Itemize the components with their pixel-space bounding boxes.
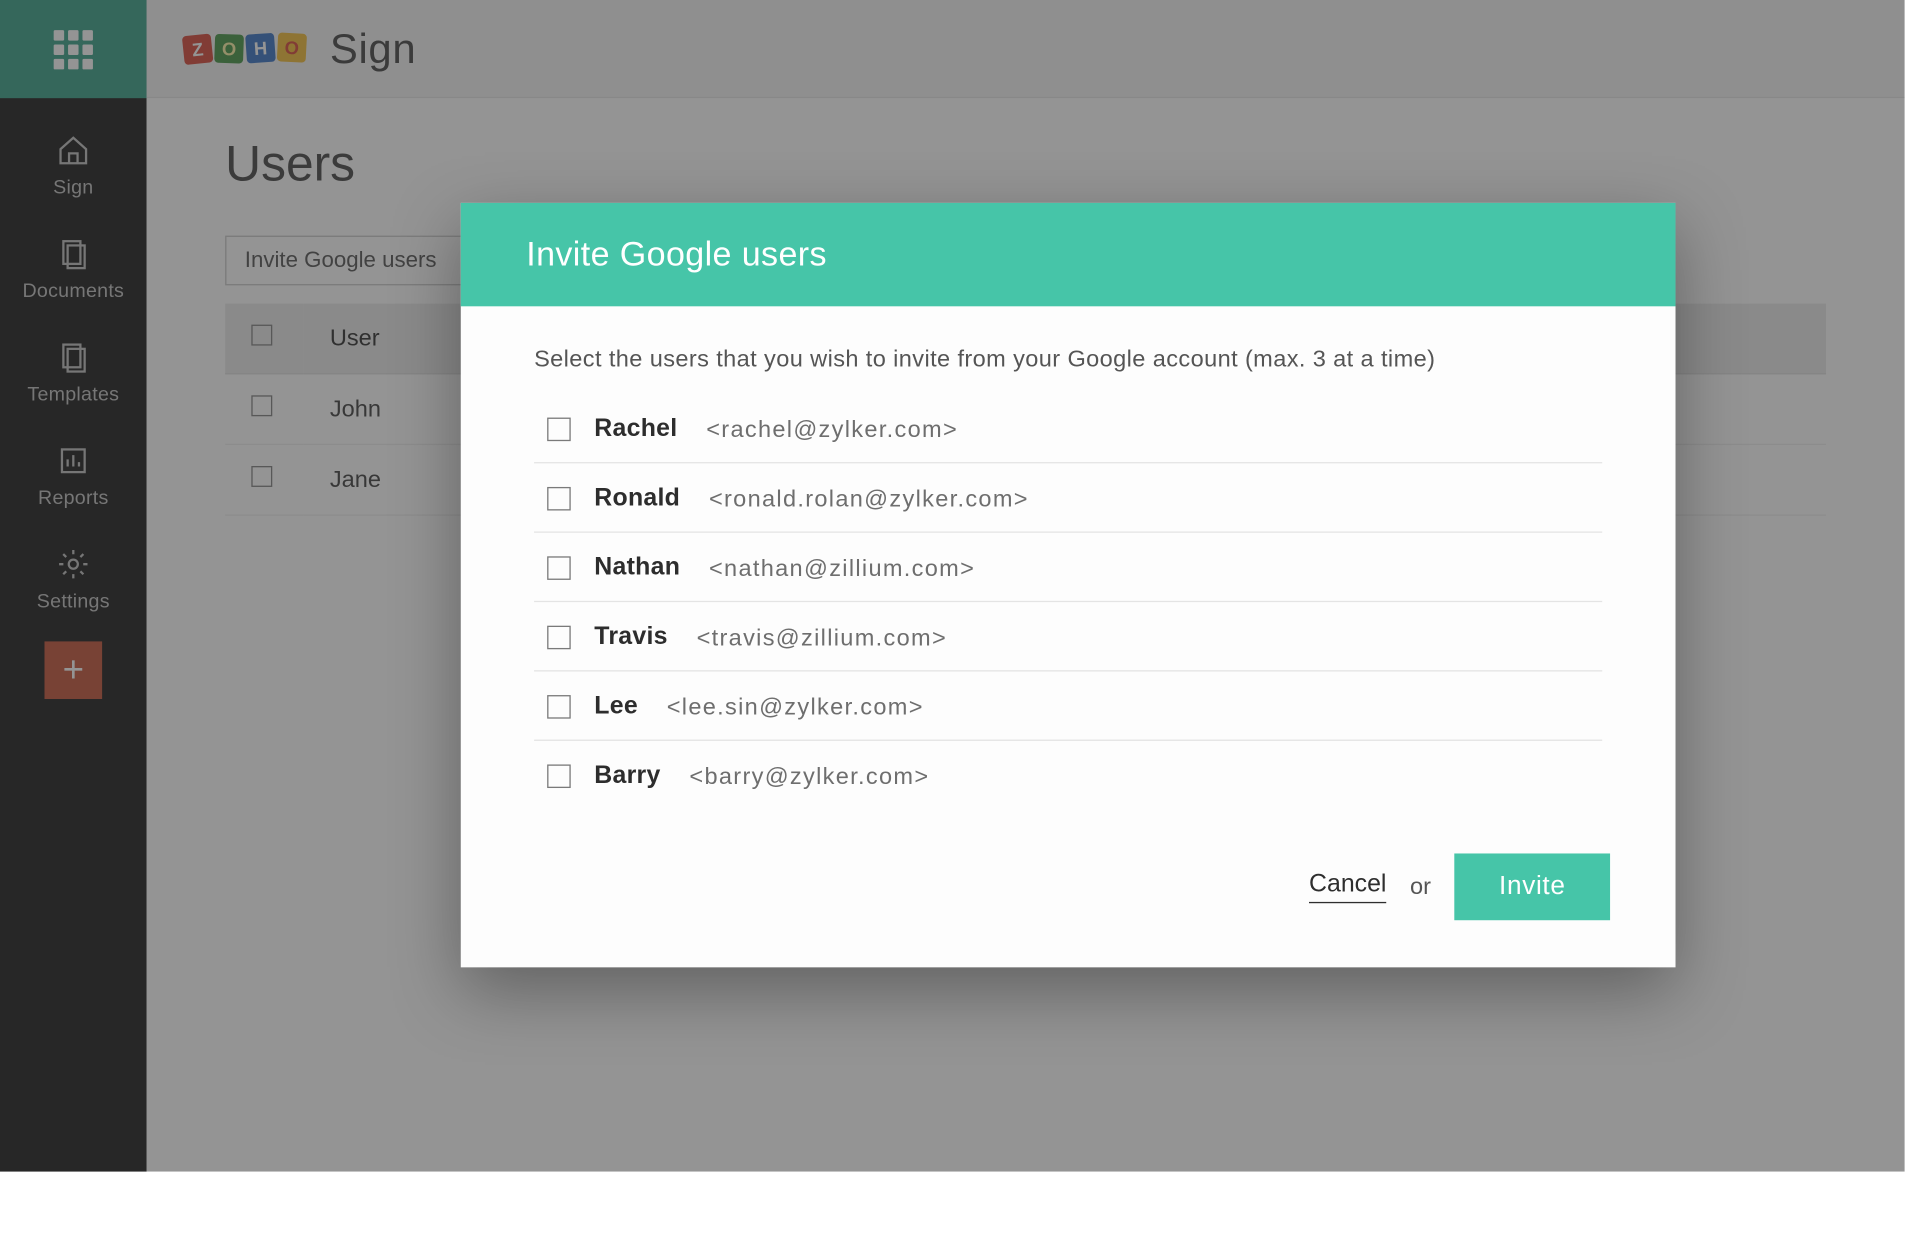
invite-user-row[interactable]: Rachel <rachel@zylker.com>: [534, 394, 1602, 463]
invite-user-row[interactable]: Lee <lee.sin@zylker.com>: [534, 672, 1602, 741]
invite-user-email: <ronald.rolan@zylker.com>: [709, 485, 1029, 512]
invite-user-email: <barry@zylker.com>: [689, 762, 929, 789]
modal-footer: Cancel or Invite: [461, 817, 1676, 968]
modal-title: Invite Google users: [461, 203, 1676, 306]
checkbox[interactable]: [547, 487, 571, 511]
invite-user-name: Travis: [594, 623, 667, 652]
invite-user-email: <nathan@zillium.com>: [709, 554, 975, 581]
invite-user-row[interactable]: Barry <barry@zylker.com>: [534, 741, 1602, 809]
invite-user-name: Lee: [594, 692, 638, 721]
invite-user-name: Nathan: [594, 554, 680, 583]
modal-body: Select the users that you wish to invite…: [461, 306, 1676, 817]
cancel-button[interactable]: Cancel: [1309, 870, 1386, 903]
checkbox[interactable]: [547, 695, 571, 719]
invite-user-name: Barry: [594, 762, 660, 791]
invite-user-row[interactable]: Nathan <nathan@zillium.com>: [534, 533, 1602, 602]
checkbox[interactable]: [547, 764, 571, 788]
modal-description: Select the users that you wish to invite…: [534, 346, 1602, 373]
invite-user-name: Ronald: [594, 484, 680, 513]
or-text: or: [1410, 873, 1431, 900]
invite-user-email: <lee.sin@zylker.com>: [667, 693, 924, 720]
checkbox[interactable]: [547, 418, 571, 442]
invite-user-name: Rachel: [594, 415, 677, 444]
invite-button[interactable]: Invite: [1455, 853, 1611, 920]
invite-user-email: <travis@zillium.com>: [697, 624, 947, 651]
invite-user-row[interactable]: Travis <travis@zillium.com>: [534, 602, 1602, 671]
invite-user-email: <rachel@zylker.com>: [706, 416, 958, 443]
invite-google-users-modal: Invite Google users Select the users tha…: [461, 203, 1676, 967]
invite-user-row[interactable]: Ronald <ronald.rolan@zylker.com>: [534, 463, 1602, 532]
checkbox[interactable]: [547, 556, 571, 580]
checkbox[interactable]: [547, 626, 571, 650]
